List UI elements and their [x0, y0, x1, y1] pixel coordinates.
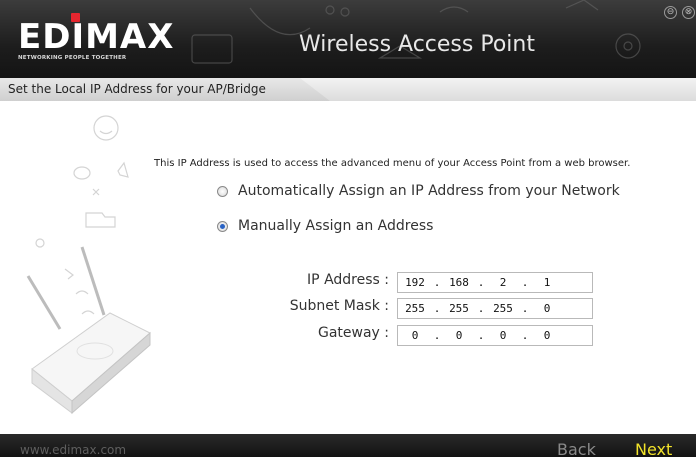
- app-title: Wireless Access Point: [299, 32, 535, 57]
- logo-dot: [71, 13, 80, 22]
- router-icon: [26, 246, 151, 415]
- ip-address-field[interactable]: 192. 168. 2. 1: [397, 272, 593, 293]
- website-link[interactable]: www.edimax.com: [20, 443, 126, 457]
- subnet-mask-field[interactable]: 255. 255. 255. 0: [397, 298, 593, 319]
- octet-separator: .: [521, 276, 529, 289]
- mask-octet-1[interactable]: 255: [398, 302, 432, 315]
- octet-separator: .: [477, 329, 485, 342]
- description-text: This IP Address is used to access the ad…: [154, 158, 631, 169]
- gateway-field[interactable]: 0. 0. 0. 0: [397, 325, 593, 346]
- ip-octet-2[interactable]: 168: [442, 276, 476, 289]
- folder-doodle-icon: [85, 212, 116, 228]
- manual-assign-option[interactable]: Manually Assign an Address: [217, 218, 433, 234]
- footer-bar: www.edimax.com Back Next: [0, 434, 696, 459]
- gateway-octet-3[interactable]: 0: [486, 329, 520, 342]
- smiley-doodle-icon: [93, 115, 119, 141]
- octet-separator: .: [521, 329, 529, 342]
- ip-octet-4[interactable]: 1: [530, 276, 564, 289]
- gateway-octet-2[interactable]: 0: [442, 329, 476, 342]
- device-illustration: [26, 115, 151, 415]
- octet-separator: .: [433, 329, 441, 342]
- gateway-label: Gateway :: [317, 325, 389, 341]
- step-header-bar: Set the Local IP Address for your AP/Bri…: [0, 78, 696, 101]
- auto-assign-label: Automatically Assign an IP Address from …: [238, 183, 620, 199]
- subnet-mask-label: Subnet Mask :: [289, 298, 389, 314]
- mask-octet-3[interactable]: 255: [486, 302, 520, 315]
- manual-assign-radio[interactable]: [217, 220, 228, 232]
- auto-assign-radio[interactable]: [217, 185, 228, 197]
- manual-assign-label: Manually Assign an Address: [238, 218, 434, 234]
- ip-address-label: IP Address :: [307, 272, 389, 288]
- title-bar: EDIMAX NETWORKING PEOPLE TOGETHER Wirele…: [0, 0, 696, 78]
- octet-separator: .: [433, 276, 441, 289]
- ip-octet-3[interactable]: 2: [486, 276, 520, 289]
- octet-separator: .: [477, 276, 485, 289]
- step-title: Set the Local IP Address for your AP/Bri…: [8, 82, 266, 96]
- gateway-octet-1[interactable]: 0: [398, 329, 432, 342]
- back-button[interactable]: Back: [557, 440, 596, 459]
- mask-octet-2[interactable]: 255: [442, 302, 476, 315]
- octet-separator: .: [433, 302, 441, 315]
- next-button[interactable]: Next: [635, 440, 672, 459]
- mask-octet-4[interactable]: 0: [530, 302, 564, 315]
- auto-assign-option[interactable]: Automatically Assign an IP Address from …: [217, 183, 620, 199]
- octet-separator: .: [521, 302, 529, 315]
- logo-tagline: NETWORKING PEOPLE TOGETHER: [18, 55, 127, 61]
- gateway-octet-4[interactable]: 0: [530, 329, 564, 342]
- minimize-button[interactable]: ⊖: [664, 6, 677, 19]
- music-note-doodle-icon: [117, 161, 129, 178]
- octet-separator: .: [477, 302, 485, 315]
- ip-octet-1[interactable]: 192: [398, 276, 432, 289]
- edimax-logo: EDIMAX: [18, 13, 175, 57]
- logo-text: EDIMAX: [18, 17, 175, 57]
- close-button[interactable]: ⊗: [682, 6, 695, 19]
